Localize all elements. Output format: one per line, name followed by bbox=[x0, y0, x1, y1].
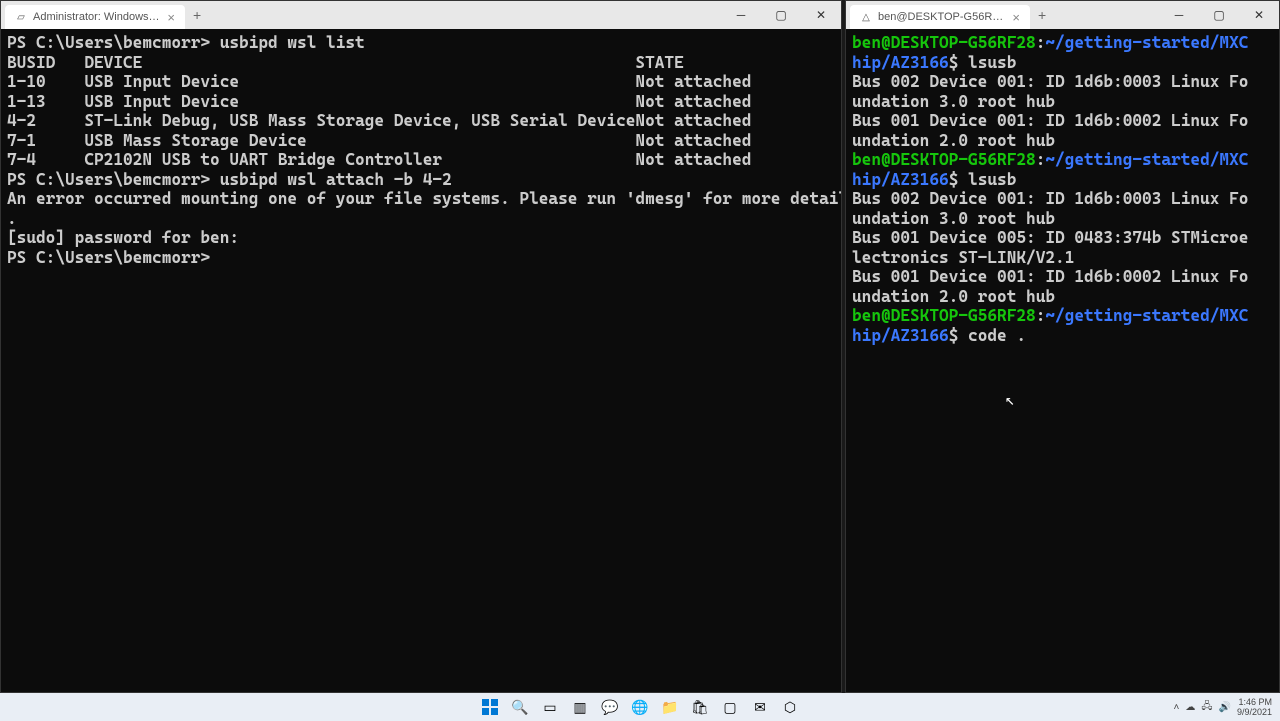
minimize-button[interactable]: ─ bbox=[1159, 1, 1199, 29]
terminal-right[interactable]: ben@DESKTOP-G56RF28:~/getting-started/MX… bbox=[846, 29, 1279, 692]
volume-icon[interactable]: 🔊 bbox=[1219, 702, 1231, 713]
widgets-icon[interactable]: ▥ bbox=[570, 697, 590, 717]
tab-title: Administrator: Windows PowerS bbox=[33, 11, 161, 23]
tab-wsl[interactable]: △ ben@DESKTOP-G56RF28: ~/ge × bbox=[850, 5, 1030, 29]
titlebar-right[interactable]: △ ben@DESKTOP-G56RF28: ~/ge × + ─ ▢ ✕ bbox=[846, 1, 1279, 29]
wsl-window: △ ben@DESKTOP-G56RF28: ~/ge × + ─ ▢ ✕ be… bbox=[845, 0, 1280, 693]
linux-icon: △ bbox=[860, 11, 872, 23]
clock[interactable]: 1:46 PM 9/9/2021 bbox=[1237, 697, 1272, 717]
chat-icon[interactable]: 💬 bbox=[600, 697, 620, 717]
window-controls-right: ─ ▢ ✕ bbox=[1159, 1, 1279, 29]
app-icon[interactable]: ⬡ bbox=[780, 697, 800, 717]
powershell-window: ▱ Administrator: Windows PowerS × + ─ ▢ … bbox=[0, 0, 842, 693]
terminal-left[interactable]: PS C:\Users\bemcmorr> usbipd wsl list BU… bbox=[1, 29, 841, 692]
taskbar[interactable]: 🔍 ▭ ▥ 💬 🌐 📁 🛍 ▢ ✉ ⬡ ˄ ☁ 🖧 🔊 1:46 PM 9/9/… bbox=[0, 693, 1280, 721]
close-button[interactable]: ✕ bbox=[801, 1, 841, 29]
store-icon[interactable]: 🛍 bbox=[690, 697, 710, 717]
edge-icon[interactable]: 🌐 bbox=[630, 697, 650, 717]
mail-icon[interactable]: ✉ bbox=[750, 697, 770, 717]
close-button[interactable]: ✕ bbox=[1239, 1, 1279, 29]
window-controls-left: ─ ▢ ✕ bbox=[721, 1, 841, 29]
new-tab-button[interactable]: + bbox=[185, 7, 209, 23]
close-tab-icon[interactable]: × bbox=[167, 10, 175, 25]
titlebar-left[interactable]: ▱ Administrator: Windows PowerS × + ─ ▢ … bbox=[1, 1, 841, 29]
taskview-icon[interactable]: ▭ bbox=[540, 697, 560, 717]
search-icon[interactable]: 🔍 bbox=[510, 697, 530, 717]
tab-title: ben@DESKTOP-G56RF28: ~/ge bbox=[878, 11, 1006, 23]
tab-powershell[interactable]: ▱ Administrator: Windows PowerS × bbox=[5, 5, 185, 29]
chevron-up-icon[interactable]: ˄ bbox=[1174, 702, 1180, 713]
taskbar-center: 🔍 ▭ ▥ 💬 🌐 📁 🛍 ▢ ✉ ⬡ bbox=[480, 697, 800, 717]
network-icon[interactable]: 🖧 bbox=[1201, 699, 1212, 716]
powershell-icon: ▱ bbox=[15, 11, 27, 23]
maximize-button[interactable]: ▢ bbox=[1199, 1, 1239, 29]
close-tab-icon[interactable]: × bbox=[1012, 10, 1020, 25]
explorer-icon[interactable]: 📁 bbox=[660, 697, 680, 717]
new-tab-button[interactable]: + bbox=[1030, 7, 1054, 23]
maximize-button[interactable]: ▢ bbox=[761, 1, 801, 29]
onedrive-icon[interactable]: ☁ bbox=[1185, 702, 1195, 713]
terminal-icon[interactable]: ▢ bbox=[720, 697, 740, 717]
system-tray[interactable]: ˄ ☁ 🖧 🔊 1:46 PM 9/9/2021 bbox=[1174, 697, 1280, 717]
start-icon[interactable] bbox=[480, 697, 500, 717]
minimize-button[interactable]: ─ bbox=[721, 1, 761, 29]
desktop: ▱ Administrator: Windows PowerS × + ─ ▢ … bbox=[0, 0, 1280, 693]
